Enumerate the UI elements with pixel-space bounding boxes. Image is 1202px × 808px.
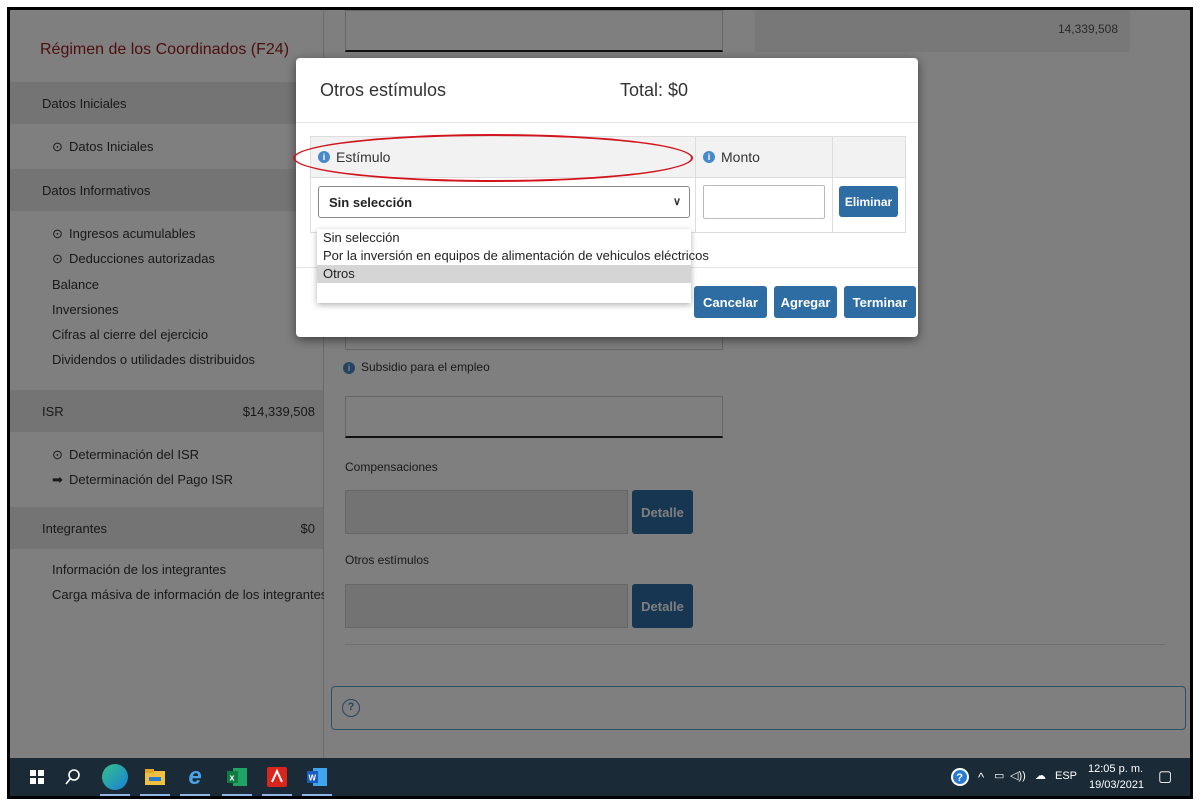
chevron-down-icon: ∨ (672, 196, 681, 208)
internet-explorer-icon[interactable]: e (182, 763, 208, 790)
dropdown-option-selected[interactable]: Otros (317, 265, 691, 283)
active-app-indicator (180, 794, 210, 796)
network-icon[interactable]: ▭ (994, 769, 1004, 782)
modal-title: Otros estímulos (320, 80, 447, 100)
excel-icon[interactable]: x (224, 764, 250, 790)
screen: Régimen de los Coordinados (F24) Datos I… (10, 10, 1190, 796)
annotation-ellipse (293, 134, 693, 182)
terminar-button[interactable]: Terminar (844, 286, 916, 318)
svg-text:?: ? (956, 772, 963, 784)
svg-text:x: x (230, 773, 235, 783)
estimulo-dropdown-list: Sin selección Por la inversión en equipo… (317, 229, 709, 303)
select-value: Sin selección (329, 194, 413, 210)
column-divider (832, 137, 833, 232)
estimulo-select[interactable]: Sin selección ∨ (318, 186, 690, 218)
help-tray-icon[interactable]: ? (947, 764, 973, 790)
notification-icon[interactable]: ▢ (1158, 767, 1172, 785)
windows-start-icon[interactable] (24, 764, 50, 790)
column-header-monto: i Monto (703, 137, 760, 177)
monto-input[interactable] (703, 185, 825, 219)
taskbar: e x W ? ^ ▭ ◁)) ☁ ESP 12:05 p. m. 19/03/… (10, 758, 1190, 796)
info-icon: i (703, 151, 715, 163)
dropdown-option[interactable]: Por la inversión en equipos de alimentac… (317, 247, 709, 265)
edge-icon[interactable] (102, 764, 128, 790)
volume-icon[interactable]: ◁)) (1010, 769, 1026, 782)
chevron-up-icon[interactable]: ^ (978, 770, 984, 785)
clock-date[interactable]: 19/03/2021 (1089, 779, 1144, 791)
cloud-icon[interactable]: ☁ (1035, 769, 1046, 782)
acrobat-icon[interactable] (264, 764, 290, 790)
file-explorer-icon[interactable] (142, 764, 168, 790)
active-app-indicator (140, 794, 170, 796)
active-app-indicator (302, 794, 332, 796)
screenshot-frame: Régimen de los Coordinados (F24) Datos I… (7, 7, 1193, 799)
active-app-indicator (222, 794, 252, 796)
eliminar-button[interactable]: Eliminar (839, 186, 898, 217)
agregar-button[interactable]: Agregar (774, 286, 837, 318)
modal-header-divider (296, 122, 918, 123)
modal-total: Total: $0 (620, 80, 689, 100)
clock-time[interactable]: 12:05 p. m. (1088, 763, 1143, 775)
search-icon[interactable] (60, 764, 86, 790)
column-divider (695, 137, 696, 232)
word-icon[interactable]: W (304, 764, 330, 790)
svg-text:W: W (309, 774, 317, 783)
active-app-indicator (262, 794, 292, 796)
language-indicator[interactable]: ESP (1055, 770, 1077, 782)
dropdown-option[interactable]: Sin selección (317, 229, 691, 247)
active-app-indicator (100, 794, 130, 796)
cancelar-button[interactable]: Cancelar (694, 286, 767, 318)
